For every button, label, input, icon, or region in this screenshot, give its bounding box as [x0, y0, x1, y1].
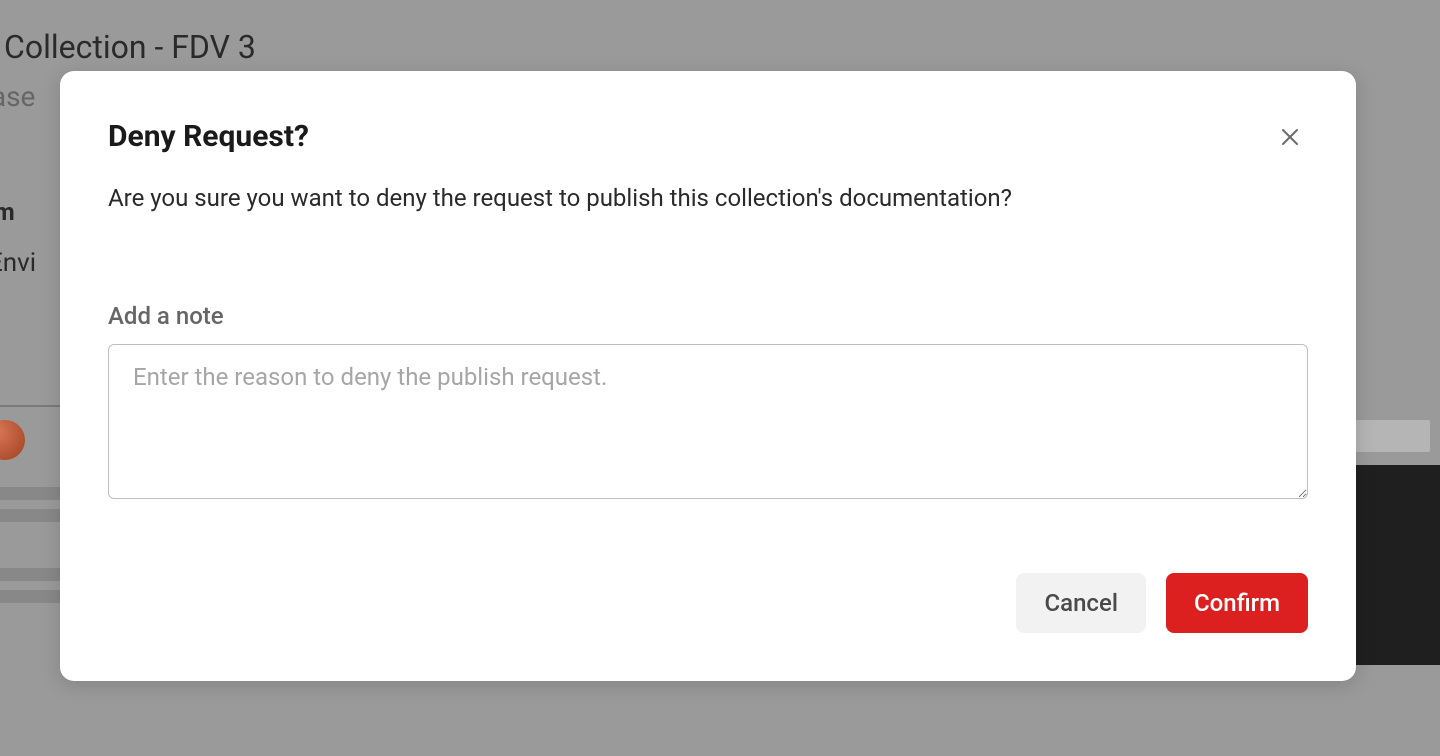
deny-request-modal: Deny Request? Are you sure you want to d… — [60, 71, 1356, 681]
close-button[interactable] — [1276, 123, 1304, 151]
cancel-button[interactable]: Cancel — [1016, 573, 1145, 633]
deny-reason-textarea[interactable] — [108, 344, 1308, 499]
modal-title: Deny Request? — [108, 119, 1308, 154]
confirm-button[interactable]: Confirm — [1166, 573, 1308, 633]
modal-footer: Cancel Confirm — [1016, 573, 1308, 633]
close-icon — [1278, 125, 1302, 149]
note-label: Add a note — [108, 302, 1308, 330]
modal-description: Are you sure you want to deny the reques… — [108, 182, 1308, 216]
